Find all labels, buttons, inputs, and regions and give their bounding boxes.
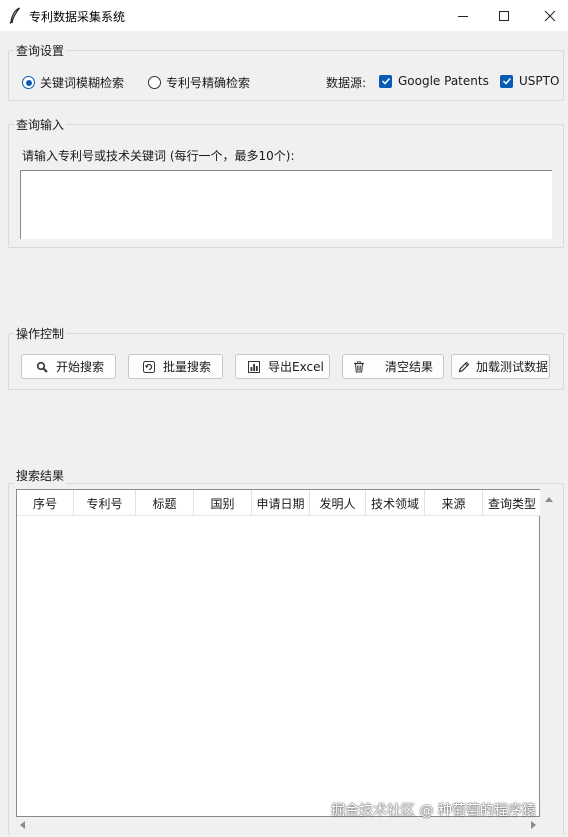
- close-icon: [544, 10, 556, 21]
- radio-keyword-fuzzy[interactable]: 关键词模糊检索: [22, 74, 124, 91]
- vertical-scrollbar[interactable]: [540, 489, 558, 817]
- button-label: 加载测试数据: [476, 360, 549, 374]
- button-label: 清空结果: [385, 360, 434, 374]
- action-group-label: 操作控制: [14, 325, 67, 342]
- column-header-inventor[interactable]: 发明人: [310, 490, 366, 516]
- column-header-tech-field[interactable]: 技术领域: [366, 490, 425, 516]
- query-input-prompt: 请输入专利号或技术关键词 (每行一个，最多10个):: [22, 149, 295, 163]
- batch-search-button[interactable]: 批量搜索: [128, 354, 223, 379]
- refresh-icon: [143, 360, 155, 373]
- table-header: 序号 专利号 标题 国别 申请日期 发明人 技术领域 来源 查询类型: [17, 490, 541, 516]
- checkbox-label: Google Patents: [398, 74, 489, 88]
- app-window: 专利数据采集系统 查询设置 关键词模糊检索 专利号精确检索 数据源: Googl…: [0, 0, 568, 837]
- radio-patent-exact[interactable]: 专利号精确检索: [148, 74, 250, 91]
- start-search-button[interactable]: 开始搜索: [21, 354, 116, 379]
- trash-icon: [354, 360, 364, 372]
- column-header-country[interactable]: 国别: [194, 490, 252, 516]
- radio-indicator-selected: [22, 76, 35, 89]
- checkmark-icon: [381, 77, 390, 85]
- watermark: 掘金技术社区 @ 种葡萄的程序猿: [331, 803, 536, 819]
- maximize-button[interactable]: [481, 0, 527, 31]
- checkmark-icon: [502, 77, 511, 85]
- chart-icon: [248, 360, 260, 373]
- radio-label: 专利号精确检索: [166, 76, 251, 90]
- radio-label: 关键词模糊检索: [40, 76, 125, 90]
- load-test-data-button[interactable]: 加载测试数据: [451, 354, 550, 379]
- checkbox-uspto[interactable]: USPTO: [500, 74, 559, 88]
- button-label: 开始搜索: [56, 360, 105, 374]
- export-excel-button[interactable]: 导出Excel: [235, 354, 330, 379]
- scroll-left-icon: [20, 821, 25, 829]
- maximize-icon: [499, 10, 509, 21]
- column-header-source[interactable]: 来源: [425, 490, 483, 516]
- pencil-icon: [458, 361, 470, 372]
- minimize-button[interactable]: [440, 0, 486, 31]
- search-icon: [36, 361, 48, 373]
- query-textarea[interactable]: [20, 170, 552, 239]
- checkbox-google-patents[interactable]: Google Patents: [379, 74, 489, 88]
- results-table[interactable]: 序号 专利号 标题 国别 申请日期 发明人 技术领域 来源 查询类型: [16, 489, 541, 817]
- column-header-index[interactable]: 序号: [17, 490, 74, 516]
- window-title: 专利数据采集系统: [29, 10, 126, 24]
- feather-icon: [9, 7, 20, 24]
- minimize-icon: [458, 15, 468, 17]
- query-settings-label: 查询设置: [14, 42, 67, 59]
- button-label: 导出Excel: [268, 360, 324, 374]
- checkbox-indicator: [500, 74, 513, 88]
- column-header-patent-no[interactable]: 专利号: [74, 490, 136, 516]
- close-button[interactable]: [527, 0, 568, 31]
- column-header-title[interactable]: 标题: [136, 490, 194, 516]
- clear-results-button[interactable]: 清空结果: [342, 354, 444, 379]
- title-bar[interactable]: 专利数据采集系统: [0, 0, 568, 31]
- button-label: 批量搜索: [163, 360, 212, 374]
- scroll-up-icon: [545, 497, 553, 502]
- data-source-label: 数据源:: [326, 76, 367, 90]
- query-input-label: 查询输入: [14, 116, 67, 133]
- column-header-query-type[interactable]: 查询类型: [483, 490, 541, 516]
- results-group-label: 搜索结果: [14, 467, 67, 484]
- checkbox-label: USPTO: [519, 74, 560, 88]
- column-header-filing-date[interactable]: 申请日期: [252, 490, 310, 516]
- radio-indicator: [148, 76, 161, 89]
- checkbox-indicator: [379, 74, 392, 88]
